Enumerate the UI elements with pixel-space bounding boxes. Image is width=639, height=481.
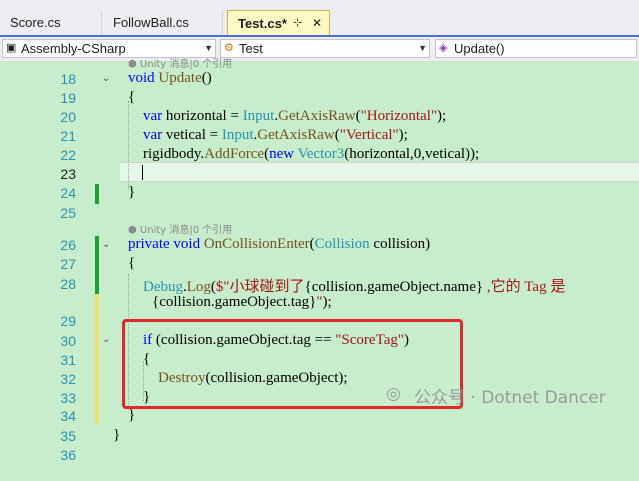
codelens-hint[interactable]: ⬢ Unity 消息|0 个引用 [128,55,232,70]
pin-icon[interactable]: ⊹ [293,11,302,36]
class-label: Test [239,41,263,56]
codelens-text: Unity 消息|0 个引用 [139,59,233,70]
code-line: { [128,255,136,271]
code-line: void Update() [128,70,212,86]
member-dropdown[interactable]: ◈ Update() [435,39,637,58]
codelens-text: Unity 消息|0 个引用 [139,225,233,236]
chevron-down-icon: ▼ [418,43,427,53]
wechat-icon: ◎ [386,384,401,404]
code-line: var vetical = Input.GetAxisRaw("Vertical… [143,127,408,143]
document-tab-bar: Score.cs FollowBall.cs Test.cs* ⊹ ✕ [0,0,639,37]
collapse-icon[interactable]: ⌄ [102,334,110,345]
code-line: private void OnCollisionEnter(Collision … [128,236,431,252]
code-line: Debug.Log($"小球碰到了{collision.gameObject.n… [143,279,566,295]
line-number: 24 [60,185,76,201]
line-number: 27 [60,256,76,272]
code-editor[interactable]: 18 19 20 21 22 23 24 25 26 27 28 29 30 3… [0,59,639,481]
tab-label: Score.cs [10,15,61,30]
codelens-hint[interactable]: ⬢ Unity 消息|0 个引用 [128,221,232,236]
indent-guide [128,101,129,189]
saved-change-marker [95,236,99,294]
tab-followball-cs[interactable]: FollowBall.cs [103,10,223,35]
code-line: { [128,89,136,105]
code-line: } [128,407,136,423]
line-number: 23 [60,166,76,182]
line-number: 21 [60,128,76,144]
method-icon: ◈ [439,42,448,54]
line-number: 29 [60,313,76,329]
unsaved-change-marker [95,294,99,424]
line-number: 20 [60,109,76,125]
tab-label: Test.cs* [238,16,287,31]
line-number: 34 [60,408,76,424]
unity-icon: ⬢ [128,59,140,70]
watermark-text: 公众号 · Dotnet Dancer [414,388,606,408]
line-number: 19 [60,90,76,106]
tab-test-cs[interactable]: Test.cs* ⊹ ✕ [227,10,330,35]
close-icon[interactable]: ✕ [312,11,322,36]
highlight-annotation-box [122,319,463,409]
csharp-project-icon: ▣ [6,42,17,54]
code-line: } [128,184,136,200]
saved-change-marker [95,184,99,204]
text-caret [142,165,143,180]
code-line: } [113,427,121,443]
navigation-bar: ▣ Assembly-CSharp ▼ ⚙ Test ▼ ◈ Update() [0,37,639,61]
class-dropdown[interactable]: ⚙ Test ▼ [220,39,430,58]
line-number: 31 [60,352,76,368]
line-number: 25 [60,205,76,221]
unity-icon: ⬢ [128,225,140,236]
current-line-highlight [120,162,639,182]
code-line: rigidbody.AddForce(new Vector3(horizonta… [143,146,480,162]
code-line: {collision.gameObject.tag}"); [152,294,332,310]
line-number: 22 [60,147,76,163]
collapse-icon[interactable]: ⌄ [102,239,110,250]
line-number: 26 [60,237,76,253]
collapse-icon[interactable]: ⌄ [102,73,110,84]
line-number: 33 [60,390,76,406]
project-label: Assembly-CSharp [21,41,126,56]
member-label: Update() [454,41,505,56]
line-number: 32 [60,371,76,387]
line-number: 18 [60,71,76,87]
tab-label: FollowBall.cs [113,15,189,30]
line-number: 35 [60,428,76,444]
tab-score-cs[interactable]: Score.cs [0,10,102,35]
code-line: var horizontal = Input.GetAxisRaw("Horiz… [143,108,447,124]
line-number: 28 [60,276,76,292]
line-number: 36 [60,447,76,463]
line-number: 30 [60,333,76,349]
